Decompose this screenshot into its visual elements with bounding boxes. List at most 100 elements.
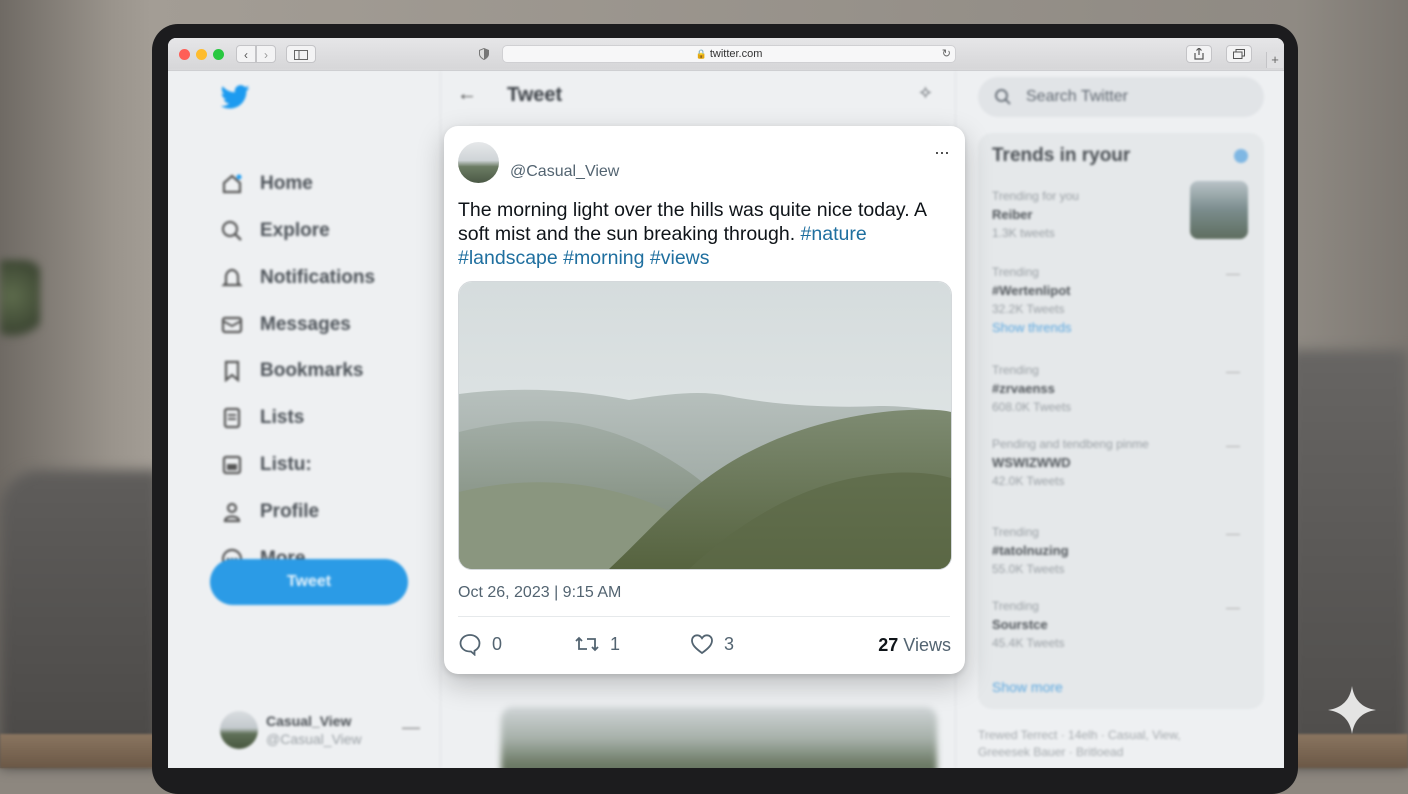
back-button[interactable]: ‹ xyxy=(236,45,256,63)
trend-name: Sourstce xyxy=(992,617,1048,632)
account-handle: @Casual_View xyxy=(266,731,362,747)
trend-context: Trending xyxy=(992,363,1039,377)
account-menu-icon[interactable]: — xyxy=(402,717,420,738)
account-name: Casual_View xyxy=(266,713,352,729)
minimize-window-button[interactable] xyxy=(196,49,207,60)
nav-label: Profile xyxy=(260,501,320,522)
sofa-left xyxy=(0,470,160,768)
nav-item-lists[interactable]: Lists xyxy=(220,403,304,433)
nav-item-profile[interactable]: Profile xyxy=(220,497,319,527)
home-icon xyxy=(220,172,244,196)
share-icon xyxy=(1194,47,1204,60)
nav-label: Explore xyxy=(260,220,330,241)
reply-icon xyxy=(459,634,481,656)
nav-item-bookmarks[interactable]: Bookmarks xyxy=(220,356,364,386)
trend-more-icon[interactable]: — xyxy=(1226,525,1240,541)
hashtag-link[interactable]: #morning xyxy=(563,247,644,269)
trends-title: Trends in ryour xyxy=(992,145,1131,166)
show-more-link[interactable]: Show more xyxy=(992,679,1063,695)
nav-item-listu[interactable]: Listu: xyxy=(220,450,312,480)
hashtag-link[interactable]: #views xyxy=(650,247,710,269)
compose-tweet-button[interactable]: Tweet xyxy=(210,559,408,605)
views-count: 27 xyxy=(878,635,899,655)
settings-icon[interactable] xyxy=(1234,149,1248,163)
plant xyxy=(0,260,40,350)
next-tweet-image xyxy=(501,707,937,768)
trend-count: 55.0K Tweets xyxy=(992,562,1065,576)
trend-item[interactable]: Trending Sourstce 45.4K Tweets — xyxy=(992,599,1248,650)
share-button[interactable] xyxy=(1186,45,1212,63)
trend-item[interactable]: Pending and tendbeng pinme WSWIZWWD 42.0… xyxy=(992,437,1248,488)
trend-name: #Wertenlipot xyxy=(992,283,1071,298)
trend-link[interactable]: Show thrends xyxy=(992,320,1248,335)
zoom-window-button[interactable] xyxy=(213,49,224,60)
nav-label: Lists xyxy=(260,407,305,428)
more-options-icon[interactable]: ··· xyxy=(934,142,950,163)
hashtag-link[interactable]: #landscape xyxy=(458,247,558,269)
sparkle-icon[interactable]: ✧ xyxy=(918,83,933,104)
trend-item[interactable]: Trending #zrvaenss 608.0K Tweets — xyxy=(992,363,1248,414)
tweet-photo[interactable] xyxy=(458,281,952,570)
like-button[interactable]: 3 xyxy=(690,632,734,656)
right-sidebar: Search Twitter Trends in ryour Trending … xyxy=(954,71,1284,768)
avatar[interactable] xyxy=(458,142,499,183)
nav-item-explore[interactable]: Explore xyxy=(220,216,330,246)
trend-item[interactable]: Trending for you Reiber 1.3K tweets xyxy=(992,181,1248,240)
mail-icon xyxy=(220,313,244,337)
avatar xyxy=(220,711,258,749)
sparkle-watermark-icon xyxy=(1328,686,1376,734)
retweet-button[interactable]: 1 xyxy=(574,632,620,656)
views-label: Views xyxy=(903,635,951,655)
twitter-bird-icon[interactable] xyxy=(220,85,250,109)
search-input[interactable]: Search Twitter xyxy=(978,77,1264,117)
author-handle[interactable]: @Casual_View xyxy=(510,163,619,181)
forward-button[interactable]: › xyxy=(256,45,276,63)
trend-name: #tatolnuzing xyxy=(992,543,1069,558)
reply-count: 0 xyxy=(492,633,503,654)
nav-label: Bookmarks xyxy=(260,360,364,381)
trend-context: Pending and tendbeng pinme xyxy=(992,437,1149,451)
reply-button[interactable]: 0 xyxy=(458,632,502,656)
trend-item[interactable]: Trending #Wertenlipot 32.2K Tweets Show … xyxy=(992,265,1248,335)
privacy-shield-icon[interactable] xyxy=(479,48,489,60)
trend-thumbnail xyxy=(1190,181,1248,239)
tweet-timestamp[interactable]: Oct 26, 2023 | 9:15 AM xyxy=(458,584,621,602)
nav-label: Messages xyxy=(260,314,351,335)
trend-more-icon[interactable]: — xyxy=(1226,265,1240,281)
trend-more-icon[interactable]: — xyxy=(1226,363,1240,379)
new-tab-button[interactable]: + xyxy=(1266,52,1283,68)
tab-overview-button[interactable] xyxy=(1226,45,1252,63)
retweet-count: 1 xyxy=(610,633,621,654)
nav-label: Home xyxy=(260,173,313,194)
trend-more-icon[interactable]: — xyxy=(1226,437,1240,453)
nav-item-home[interactable]: Home xyxy=(220,169,313,199)
trend-name: #zrvaenss xyxy=(992,381,1055,396)
column-header: ← Tweet ✧ xyxy=(441,71,955,121)
calendar-icon xyxy=(220,453,244,477)
nav-label: Notifications xyxy=(260,267,376,288)
hashtag-link[interactable]: #nature xyxy=(801,223,867,245)
trends-panel: Trends in ryour Trending for you Reiber … xyxy=(978,133,1264,709)
footer-links: Trewed Terrect · 14elh · Casual, View, G… xyxy=(978,728,1181,759)
trend-item[interactable]: Trending #tatolnuzing 55.0K Tweets — xyxy=(992,525,1248,576)
lock-icon: 🔒 xyxy=(695,49,707,59)
close-window-button[interactable] xyxy=(179,49,190,60)
tweet-text: The morning light over the hills was qui… xyxy=(458,198,954,270)
account-switcher[interactable]: Casual_View @Casual_View — xyxy=(220,711,430,755)
sidebar-toggle-button[interactable] xyxy=(286,45,316,63)
nav-item-notifications[interactable]: Notifications xyxy=(220,263,375,293)
divider xyxy=(458,616,950,617)
reload-icon[interactable]: ↻ xyxy=(942,47,951,60)
hills-landscape-image xyxy=(459,282,951,569)
trend-count: 608.0K Tweets xyxy=(992,400,1072,414)
trend-count: 32.2K Tweets xyxy=(992,302,1065,316)
bookmark-icon xyxy=(220,359,244,383)
nav-item-messages[interactable]: Messages xyxy=(220,310,351,340)
back-arrow-icon[interactable]: ← xyxy=(457,83,477,106)
heart-icon xyxy=(691,634,713,655)
search-icon xyxy=(220,219,244,243)
address-bar[interactable]: 🔒 twitter.com ↻ xyxy=(502,45,956,63)
views-stat[interactable]: 27 Views xyxy=(878,635,951,656)
like-count: 3 xyxy=(724,633,735,654)
trend-more-icon[interactable]: — xyxy=(1226,599,1240,615)
